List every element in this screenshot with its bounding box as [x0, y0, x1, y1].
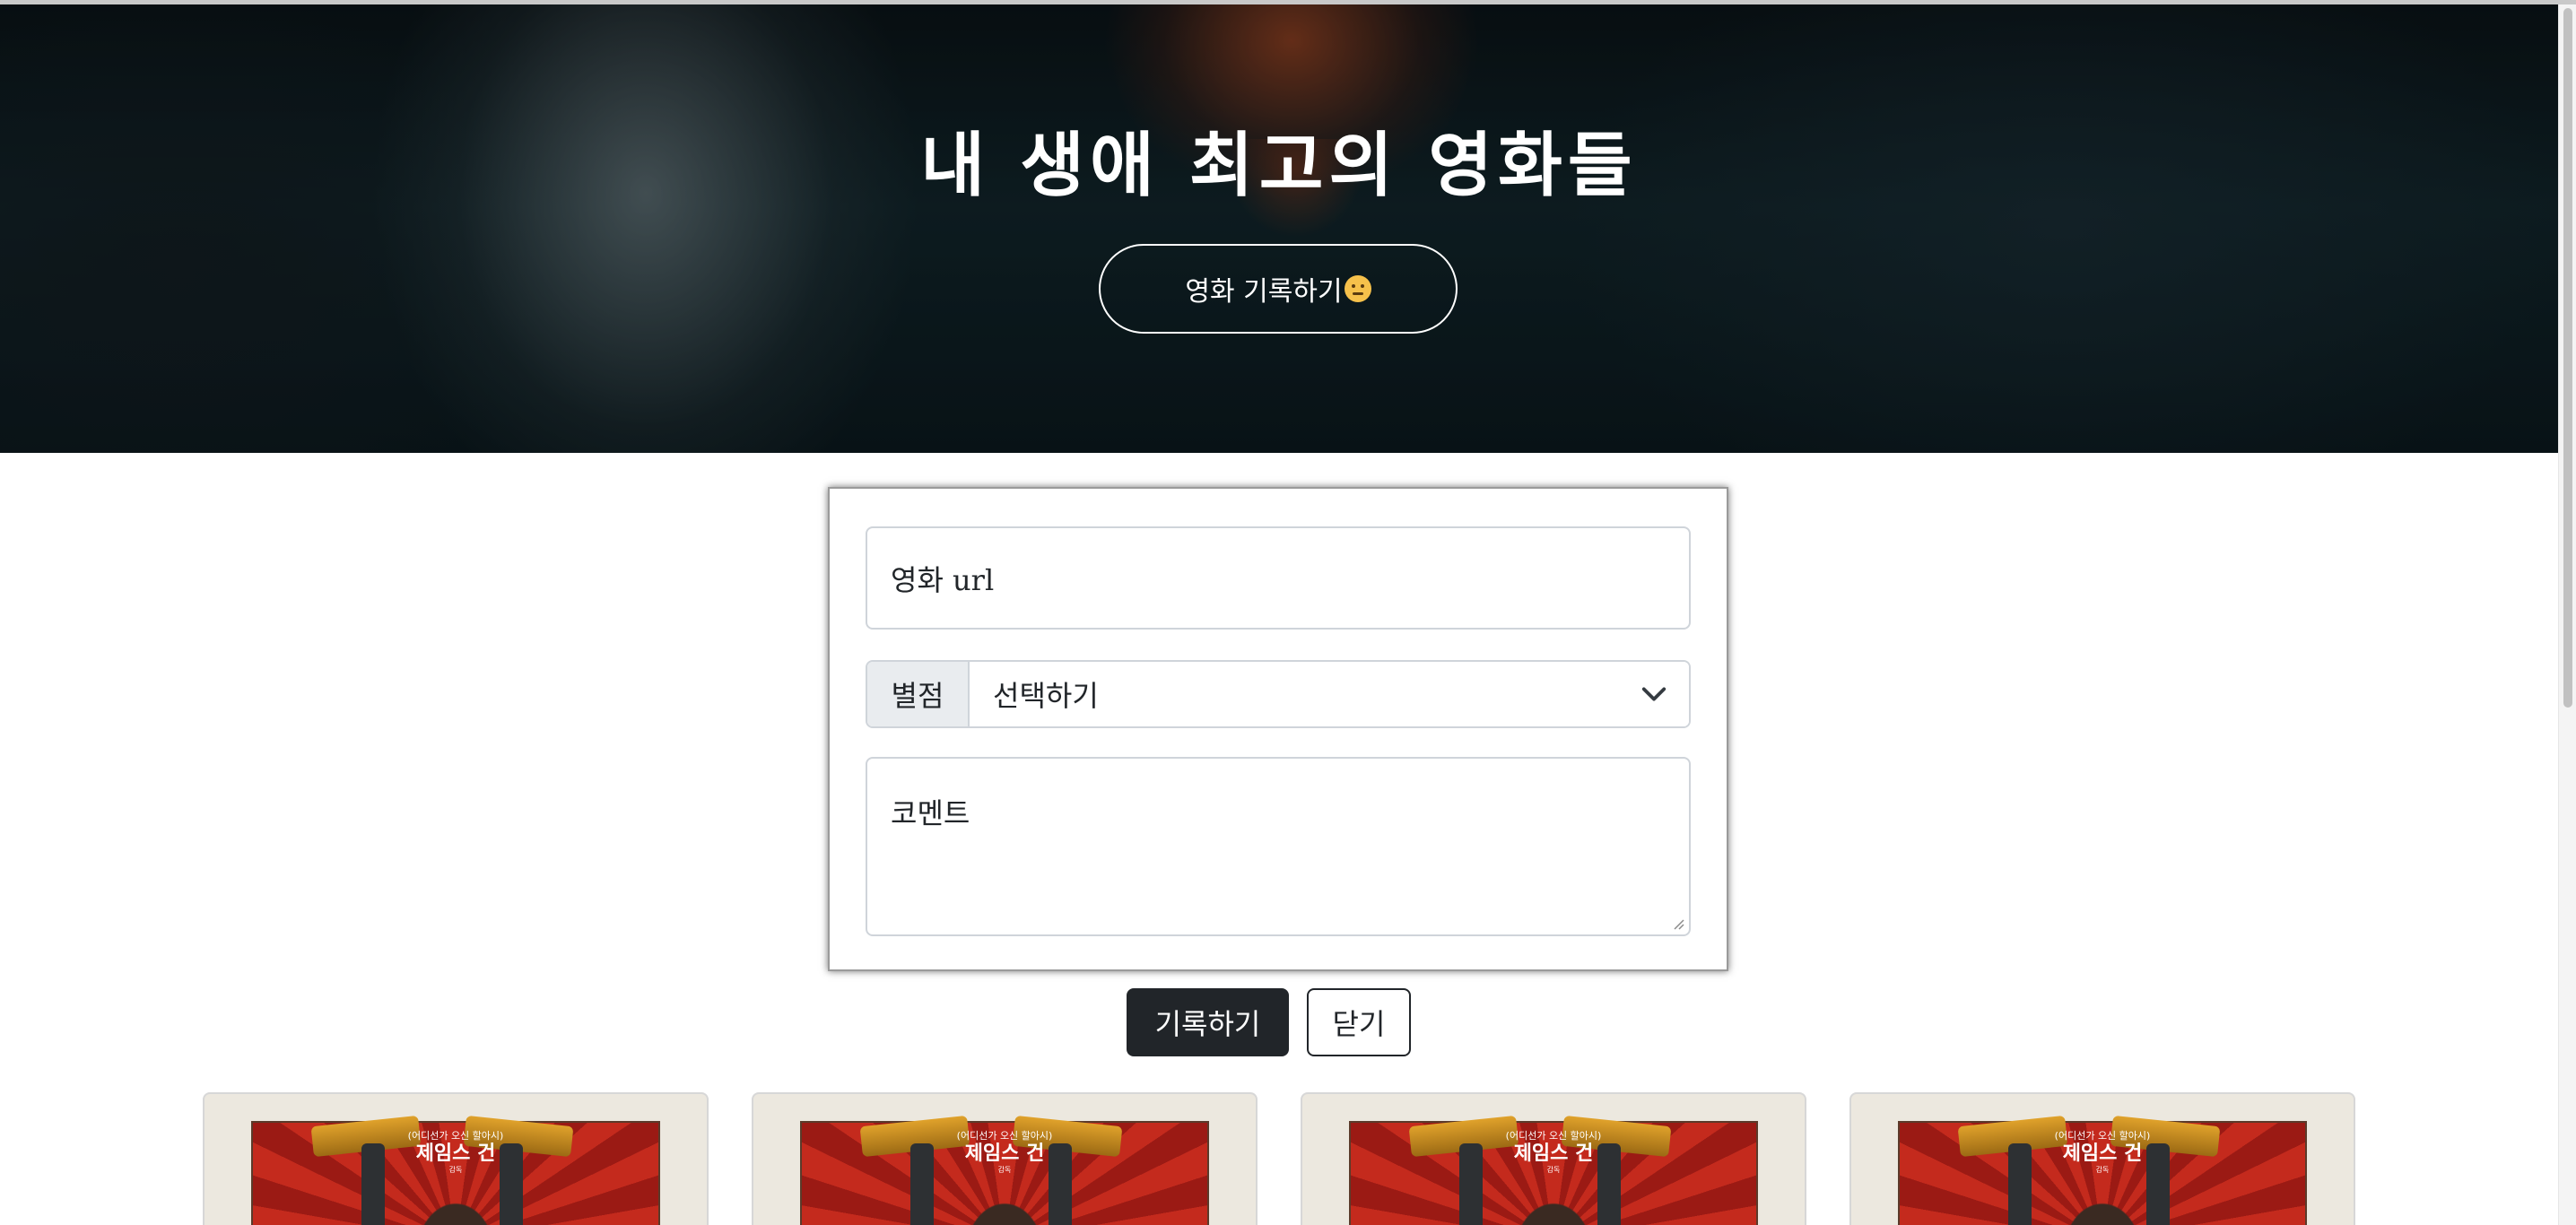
- poster-title: 제임스 건: [1513, 1142, 1594, 1165]
- page-title: 내 생애 최고의 영화들: [920, 125, 1638, 206]
- record-movie-button[interactable]: 영화 기록하기: [1099, 244, 1458, 334]
- poster-credit: 감독: [2095, 1166, 2110, 1174]
- movie-card[interactable]: (어디선가 오신 할아시) 제임스 건 감독: [752, 1092, 1258, 1225]
- poster-tagline: (어디선가 오신 할아시): [956, 1130, 1053, 1142]
- rating-label: 별점: [867, 662, 970, 726]
- poster-text: (어디선가 오신 할아시) 제임스 건 감독: [753, 1130, 1256, 1175]
- record-movie-button-label: 영화 기록하기: [1185, 276, 1343, 308]
- rating-input-group: 별점 선택하기: [866, 660, 1691, 728]
- comment-placeholder: 코멘트: [891, 796, 970, 830]
- movie-card[interactable]: (어디선가 오신 할아시) 제임스 건 감독: [203, 1092, 709, 1225]
- poster-text: (어디선가 오신 할아시) 제임스 건 감독: [1851, 1130, 2354, 1175]
- poster-tagline: (어디선가 오신 할아시): [407, 1130, 504, 1142]
- comment-textarea[interactable]: 코멘트: [866, 757, 1691, 936]
- poster-credit: 감독: [448, 1166, 463, 1174]
- movie-poster-image: (어디선가 오신 할아시) 제임스 건 감독: [1302, 1094, 1805, 1225]
- poster-tagline: (어디선가 오신 할아시): [1505, 1130, 1602, 1142]
- movie-poster-image: (어디선가 오신 할아시) 제임스 건 감독: [753, 1094, 1256, 1225]
- poster-text: (어디선가 오신 할아시) 제임스 건 감독: [205, 1130, 707, 1175]
- hero-overlay: [0, 4, 2558, 453]
- poster-credit: 감독: [997, 1166, 1012, 1174]
- poster-credit: 감독: [1546, 1166, 1561, 1174]
- submit-record-button[interactable]: 기록하기: [1127, 988, 1289, 1056]
- rating-select[interactable]: 선택하기: [970, 662, 1689, 726]
- vertical-scrollbar[interactable]: [2558, 4, 2576, 1225]
- poster-text: (어디선가 오신 할아시) 제임스 건 감독: [1302, 1130, 1805, 1175]
- poster-title: 제임스 건: [415, 1142, 496, 1165]
- chevron-down-icon: [1641, 687, 1667, 701]
- movie-poster-image: (어디선가 오신 할아시) 제임스 건 감독: [1851, 1094, 2354, 1225]
- resize-handle-icon[interactable]: [1671, 917, 1685, 931]
- page: 내 생애 최고의 영화들 영화 기록하기 영화 url 별점 선택하기 코멘트: [0, 0, 2576, 1225]
- thinking-face-emoji-icon: [1344, 275, 1371, 302]
- movie-url-input[interactable]: 영화 url: [866, 526, 1691, 630]
- movie-post-form: 영화 url 별점 선택하기 코멘트: [828, 487, 1728, 971]
- poster-title: 제임스 건: [2062, 1142, 2143, 1165]
- movie-card[interactable]: (어디선가 오신 할아시) 제임스 건 감독: [1301, 1092, 1806, 1225]
- close-button[interactable]: 닫기: [1307, 988, 1411, 1056]
- movie-url-placeholder: 영화 url: [891, 562, 995, 597]
- poster-tagline: (어디선가 오신 할아시): [2054, 1130, 2151, 1142]
- scrollbar-thumb[interactable]: [2563, 8, 2572, 708]
- rating-select-value: 선택하기: [993, 679, 1099, 713]
- hero-banner: 내 생애 최고의 영화들 영화 기록하기: [0, 4, 2558, 453]
- movie-card[interactable]: (어디선가 오신 할아시) 제임스 건 감독: [1849, 1092, 2355, 1225]
- poster-title: 제임스 건: [964, 1142, 1045, 1165]
- movie-poster-image: (어디선가 오신 할아시) 제임스 건 감독: [205, 1094, 707, 1225]
